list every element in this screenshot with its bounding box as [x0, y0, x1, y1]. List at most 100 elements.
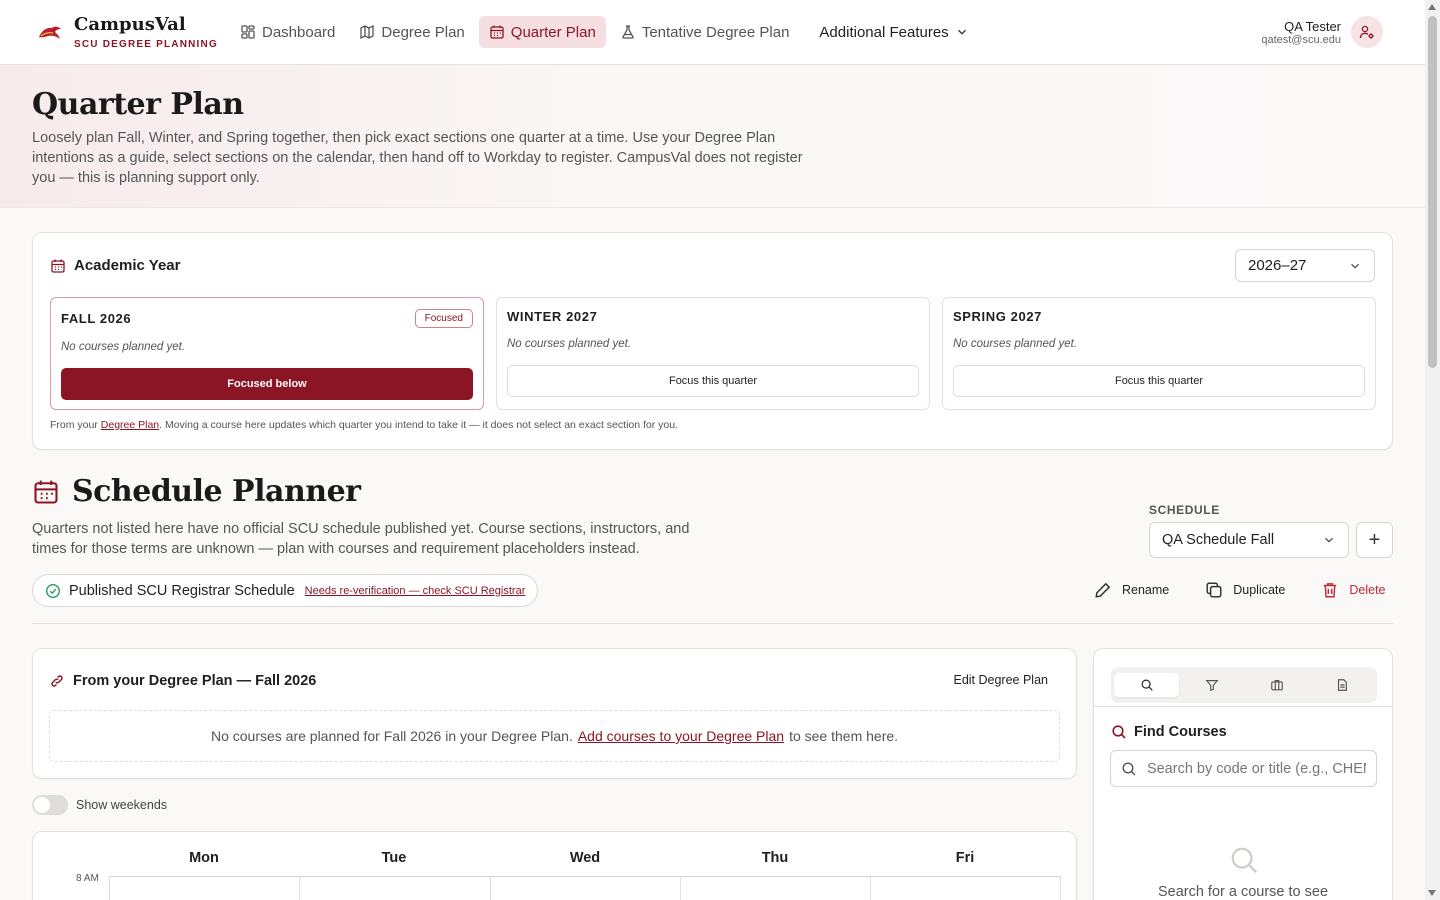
scroll-up-arrow-icon[interactable]: [1428, 4, 1436, 10]
calendar-column-line: [680, 877, 681, 900]
note-prefix: From your: [50, 419, 101, 431]
add-courses-link[interactable]: Add courses to your Degree Plan: [578, 728, 784, 744]
brand[interactable]: CampusVal SCU DEGREE PLANNING: [36, 14, 218, 50]
calendar-icon: [34, 480, 58, 504]
calendar-day-header: Thu: [761, 850, 789, 866]
quarter-name: SPRING 2027: [953, 309, 1042, 324]
bronco-logo-icon: [39, 26, 61, 39]
calendar-column-line: [299, 877, 300, 900]
focus-quarter-button[interactable]: Focus this quarter: [953, 365, 1365, 397]
academic-year-value: 2026–27: [1248, 257, 1307, 274]
nav-quarter-plan-label: Quarter Plan: [510, 23, 596, 41]
quarter-card-spring[interactable]: SPRING 2027 No courses planned yet. Focu…: [942, 297, 1376, 410]
nav-additional-features[interactable]: Additional Features: [809, 16, 978, 48]
document-icon: [1337, 679, 1347, 691]
pencil-icon: [1095, 582, 1111, 598]
course-search-input[interactable]: [1146, 760, 1366, 777]
scroll-down-arrow-icon[interactable]: [1428, 890, 1436, 896]
scrollbar-thumb[interactable]: [1428, 16, 1437, 368]
focus-quarter-button[interactable]: Focus this quarter: [507, 365, 919, 397]
schedule-planner-heading: Schedule Planner: [32, 474, 361, 509]
avatar[interactable]: [1351, 16, 1383, 48]
quarter-card-fall[interactable]: FALL 2026 Focused No courses planned yet…: [50, 297, 484, 410]
quarter-empty-text: No courses planned yet.: [61, 341, 186, 353]
duplicate-label: Duplicate: [1233, 583, 1286, 597]
quarter-empty-text: No courses planned yet.: [953, 338, 1078, 350]
tab-search[interactable]: [1114, 673, 1179, 697]
section-divider: [32, 623, 1393, 624]
nav-dashboard[interactable]: Dashboard: [230, 16, 345, 48]
check-circle-icon: [45, 583, 61, 598]
nav-quarter-plan[interactable]: Quarter Plan: [478, 16, 606, 48]
filter-icon: [1205, 680, 1218, 692]
rename-button[interactable]: Rename: [1088, 578, 1175, 602]
schedule-select[interactable]: QA Schedule Fall: [1149, 522, 1349, 558]
nav-tentative-label: Tentative Degree Plan: [641, 23, 790, 41]
quarter-name: WINTER 2027: [507, 309, 598, 324]
calendar-column-line: [109, 877, 110, 900]
nav-additional-features-label: Additional Features: [819, 23, 949, 41]
search-empty-icon: [1231, 847, 1257, 873]
nav-dashboard-label: Dashboard: [262, 23, 336, 41]
empty-suffix: to see them here.: [789, 728, 899, 744]
search-empty-text: Search for a course to see: [1157, 884, 1329, 900]
page-header: Quarter Plan Loosely plan Fall, Winter, …: [0, 65, 1425, 208]
nav-tentative-degree-plan[interactable]: Tentative Degree Plan: [610, 16, 800, 48]
calendar-header-line: [109, 876, 1061, 877]
show-weekends-toggle[interactable]: [32, 795, 68, 815]
calendar-column-line: [870, 877, 871, 900]
academic-year-select[interactable]: 2026–27: [1235, 249, 1375, 282]
flask-icon: [622, 25, 634, 39]
chevron-down-icon: [1325, 537, 1333, 543]
delete-button[interactable]: Delete: [1315, 578, 1391, 602]
show-weekends-row: Show weekends: [32, 795, 167, 815]
registrar-verification-link[interactable]: Needs re-verification — check SCU Regist…: [305, 585, 526, 597]
edit-degree-plan-button[interactable]: Edit Degree Plan: [953, 673, 1048, 687]
schedule-actions: Rename Duplicate Delete: [1088, 578, 1392, 602]
calendar-icon: [51, 259, 65, 273]
copy-icon: [1206, 582, 1222, 598]
delete-label: Delete: [1349, 583, 1386, 597]
page-description: Loosely plan Fall, Winter, and Spring to…: [32, 130, 803, 186]
briefcase-icon: [1270, 680, 1283, 691]
user-menu[interactable]: QA Tester qatest@scu.edu: [1261, 16, 1383, 48]
academic-year-title: Academic Year: [74, 257, 181, 274]
add-schedule-button[interactable]: +: [1356, 522, 1393, 558]
tab-filter[interactable]: [1179, 673, 1244, 697]
find-courses-title: Find Courses: [1134, 724, 1227, 740]
user-email: qatest@scu.edu: [1261, 33, 1341, 46]
trash-icon: [1324, 583, 1337, 598]
degree-plan-courses-title: From your Degree Plan — Fall 2026: [73, 673, 317, 689]
degree-plan-courses-heading: From your Degree Plan — Fall 2026: [49, 673, 316, 689]
calendar-day-header: Fri: [955, 850, 975, 866]
user-name: QA Tester: [1284, 18, 1341, 34]
schedule-select-value: QA Schedule Fall: [1162, 532, 1275, 548]
chevron-down-icon: [1351, 263, 1359, 269]
nav-degree-plan-label: Degree Plan: [381, 23, 465, 41]
academic-year-note: From your Degree Plan. Moving a course h…: [50, 419, 678, 431]
chevron-down-icon: [957, 29, 966, 35]
calendar-day-header: Mon: [189, 850, 219, 866]
page-title: Quarter Plan: [32, 87, 244, 122]
rename-label: Rename: [1122, 583, 1170, 597]
nav-degree-plan[interactable]: Degree Plan: [349, 16, 474, 48]
search-icon: [1112, 725, 1126, 739]
focused-below-button[interactable]: Focused below: [61, 368, 473, 400]
tab-briefcase[interactable]: [1244, 673, 1309, 697]
calendar-time-label: 8 AM: [76, 873, 99, 884]
degree-plan-link[interactable]: Degree Plan: [101, 419, 159, 431]
quarter-card-winter[interactable]: WINTER 2027 No courses planned yet. Focu…: [496, 297, 930, 410]
quarter-empty-text: No courses planned yet.: [507, 338, 632, 350]
published-schedule-label: Published SCU Registrar Schedule: [69, 582, 295, 599]
tab-document[interactable]: [1309, 673, 1374, 697]
academic-year-card: Academic Year 2026–27 FALL 2026 Focused …: [32, 232, 1393, 450]
schedule-planner-description: Quarters not listed here have no officia…: [32, 521, 690, 557]
duplicate-button[interactable]: Duplicate: [1199, 578, 1291, 602]
show-weekends-label: Show weekends: [76, 798, 168, 812]
search-icon: [1141, 679, 1153, 691]
note-suffix: . Moving a course here updates which qua…: [159, 419, 679, 431]
page-scrollbar[interactable]: [1425, 0, 1440, 900]
top-navigation: CampusVal SCU DEGREE PLANNING Dashboard …: [0, 0, 1425, 65]
course-search-field[interactable]: [1110, 750, 1377, 787]
calendar-day-header: Tue: [381, 850, 407, 866]
